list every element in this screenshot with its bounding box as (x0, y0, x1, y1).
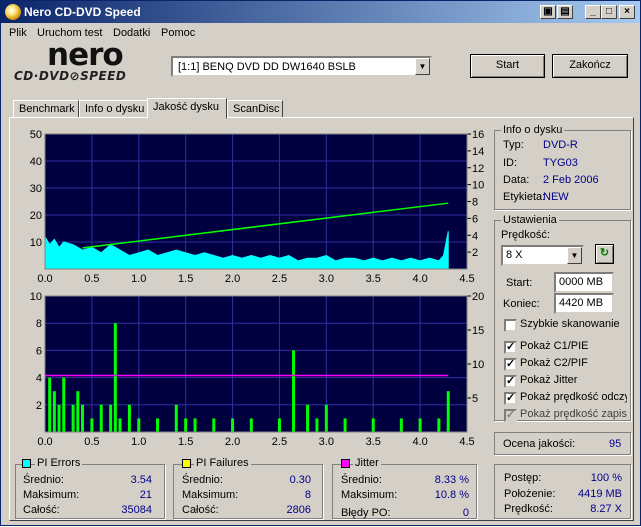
speed-label: Prędkość: (501, 229, 550, 241)
jitter-avg-value: 8.33 % (434, 474, 469, 486)
chevron-down-icon[interactable]: ▼ (415, 58, 430, 75)
checkbox-label-1: Pokaż C1/PIE (520, 340, 589, 352)
logo-cdspeed-text: CD·DVD⊘SPEED (14, 69, 127, 83)
logo-nero-text: nero (47, 37, 124, 73)
save-icon[interactable]: ▤ (557, 5, 573, 19)
pi-errors-avg-label: Średnio: (23, 474, 64, 486)
app-window: Nero CD-DVD Speed ▣ ▤ _ □ × Plik Uruchom… (0, 0, 641, 526)
jitter-title: Jitter (353, 457, 381, 469)
checkbox-label-2: Pokaż C2/PIF (520, 357, 588, 369)
pi-errors-avg-value: 3.54 (130, 474, 152, 486)
checkbox-2[interactable]: ✓ (504, 358, 517, 371)
start-label: Start: (506, 277, 533, 289)
checkbox-0[interactable] (504, 319, 517, 332)
tab-info-o-dysku[interactable]: Info o dysku (79, 100, 149, 118)
chevron-down-icon[interactable]: ▼ (567, 247, 582, 264)
pi-failures-max-label: Maksimum: (182, 489, 239, 501)
nero-disc-icon (5, 4, 21, 20)
start-button[interactable]: Start (470, 54, 545, 78)
window-title: Nero CD-DVD Speed (24, 5, 141, 19)
menu-pomoc[interactable]: Pomoc (161, 27, 195, 39)
pi-errors-total-value: 35084 (121, 504, 152, 516)
checkbox-label-4: Pokaż prędkość odczytu (520, 391, 627, 403)
pi-errors-swatch (22, 459, 31, 468)
end-label: Koniec: (503, 298, 540, 310)
drive-select[interactable]: [1:1] BENQ DVD DD DW1640 BSLB ▼ (171, 56, 432, 77)
start-input[interactable]: 0000 MB (554, 272, 614, 293)
po-errors-value: 0 (462, 507, 469, 519)
checkbox-5: ✓ (504, 409, 517, 422)
settings-title: Ustawienia (501, 214, 559, 226)
maximize-button[interactable]: □ (601, 5, 617, 19)
date-label: Data: (503, 174, 530, 186)
checkbox-label-5: Pokaż prędkość zapisu (520, 408, 627, 420)
jitter-swatch (341, 459, 350, 468)
pi-failures-title: PI Failures (194, 457, 251, 469)
speed-select-value: 8 X (506, 249, 523, 261)
nero-logo: nero CD·DVD⊘SPEED (9, 37, 161, 89)
refresh-button[interactable]: ↻ (595, 244, 614, 264)
position-label: Położenie: (504, 488, 556, 500)
pi-failures-total-label: Całość: (182, 504, 219, 516)
checkbox-4[interactable]: ✓ (504, 392, 517, 405)
speed-readout-value: 8.27 X (590, 503, 622, 515)
pi-errors-title: PI Errors (35, 457, 83, 469)
po-errors-label: Błędy PO: (341, 507, 391, 519)
disc-type-value: DVD-R (543, 139, 578, 151)
checkbox-label-0: Szybkie skanowanie (520, 318, 620, 330)
close-button[interactable]: × (619, 5, 635, 19)
disc-id-value: TYG03 (543, 157, 578, 169)
pi-errors-max-value: 21 (139, 489, 152, 501)
disc-label-value: NEW (543, 191, 569, 203)
pi-errors-max-label: Maksimum: (23, 489, 80, 501)
pi-failures-avg-value: 0.30 (289, 474, 311, 486)
tab-benchmark[interactable]: Benchmark (13, 100, 79, 118)
minimize-button[interactable]: _ (585, 5, 601, 19)
jitter-max-value: 10.8 % (434, 489, 469, 501)
start-input-value: 0000 MB (559, 276, 604, 288)
end-input[interactable]: 4420 MB (554, 293, 614, 314)
pi-errors-total-label: Całość: (23, 504, 60, 516)
type-label: Typ: (503, 139, 524, 151)
screenshot-icon[interactable]: ▣ (540, 5, 556, 19)
jitter-max-label: Maksimum: (341, 489, 398, 501)
pi-failures-max-value: 8 (304, 489, 311, 501)
position-value: 4419 MB (577, 488, 622, 500)
end-input-value: 4420 MB (559, 297, 604, 309)
tab-scandisc[interactable]: ScanDisc (227, 100, 283, 118)
disc-info-title: Info o dysku (501, 124, 565, 136)
pi-failures-avg-label: Średnio: (182, 474, 223, 486)
disc-date-value: 2 Feb 2006 (543, 174, 599, 186)
speed-select[interactable]: 8 X ▼ (501, 245, 584, 266)
end-button[interactable]: Zakończ (552, 54, 628, 78)
progress-value: 100 % (590, 472, 622, 484)
tab-jakosc-dysku[interactable]: Jakość dysku (147, 98, 227, 119)
checkbox-1[interactable]: ✓ (504, 341, 517, 354)
speed-readout-label: Prędkość: (504, 503, 553, 515)
id-label: ID: (503, 157, 518, 169)
quality-label: Ocena jakości: (503, 438, 576, 450)
etykieta-label: Etykieta: (503, 191, 546, 203)
refresh-icon: ↻ (599, 247, 610, 259)
checkbox-3[interactable]: ✓ (504, 375, 517, 388)
checkbox-label-3: Pokaż Jitter (520, 374, 578, 386)
progress-label: Postęp: (504, 472, 542, 484)
pi-failures-total-value: 2806 (286, 504, 311, 516)
pi-failures-swatch (182, 459, 191, 468)
drive-select-value: [1:1] BENQ DVD DD DW1640 BSLB (178, 61, 356, 73)
title-bar: Nero CD-DVD Speed ▣ ▤ _ □ × (1, 1, 640, 23)
menu-plik[interactable]: Plik (9, 27, 27, 39)
jitter-avg-label: Średnio: (341, 474, 382, 486)
quality-value: 95 (609, 438, 622, 450)
